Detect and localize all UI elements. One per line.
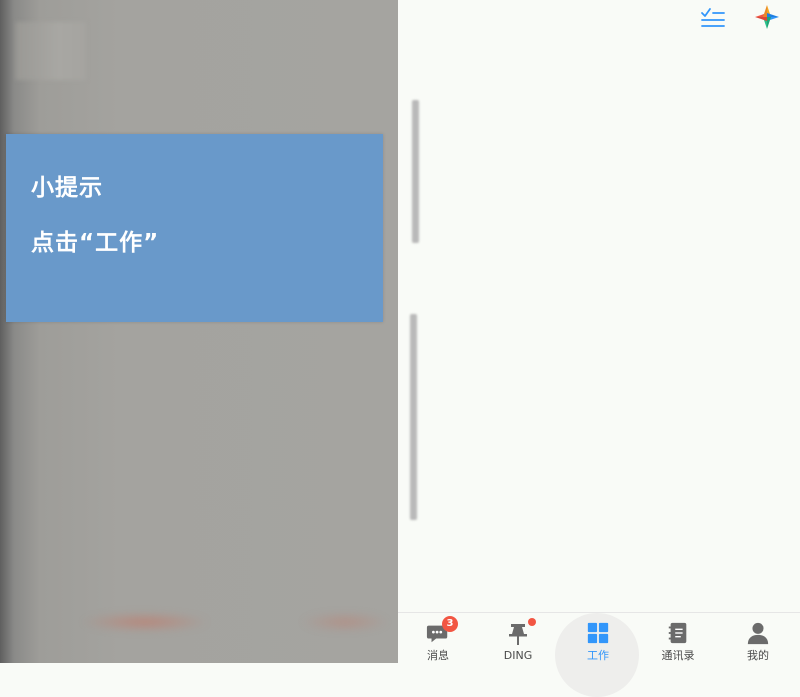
hint-title: 小提示 [31,175,103,201]
bottom-nav: 3 消息 DING 工作 通讯录 我的 [398,612,800,697]
tab-label: 消息 [427,649,449,662]
tab-me[interactable]: 我的 [718,613,798,663]
tab-label: 我的 [747,649,769,662]
work-grid-icon [587,622,609,644]
tab-work[interactable]: 工作 [558,613,638,663]
tab-ding[interactable]: DING [478,613,558,663]
app-logo-icon[interactable] [754,4,780,30]
main-panel: 3 消息 DING 工作 通讯录 我的 [398,0,800,697]
tab-messages[interactable]: 3 消息 [398,613,478,663]
scroll-indicator [410,314,417,520]
blurred-content [300,612,390,632]
profile-icon [747,622,769,645]
hint-card: 小提示 点击“工作” [6,134,383,322]
tab-contacts[interactable]: 通讯录 [638,613,718,663]
ding-pin-icon [509,624,527,645]
tab-label: 工作 [587,649,609,662]
hint-body: 点击“工作” [31,230,160,256]
scroll-indicator [412,100,419,243]
blurred-avatar [16,22,86,80]
checklist-icon[interactable] [700,4,726,30]
unread-badge: 3 [442,616,458,632]
tab-label: 通讯录 [661,649,695,662]
notification-dot [528,618,536,626]
contacts-book-icon [668,622,687,644]
dim-overlay: 小提示 点击“工作” [0,0,398,663]
blurred-content [80,612,210,632]
tab-label: DING [503,649,533,662]
top-toolbar [700,4,780,30]
